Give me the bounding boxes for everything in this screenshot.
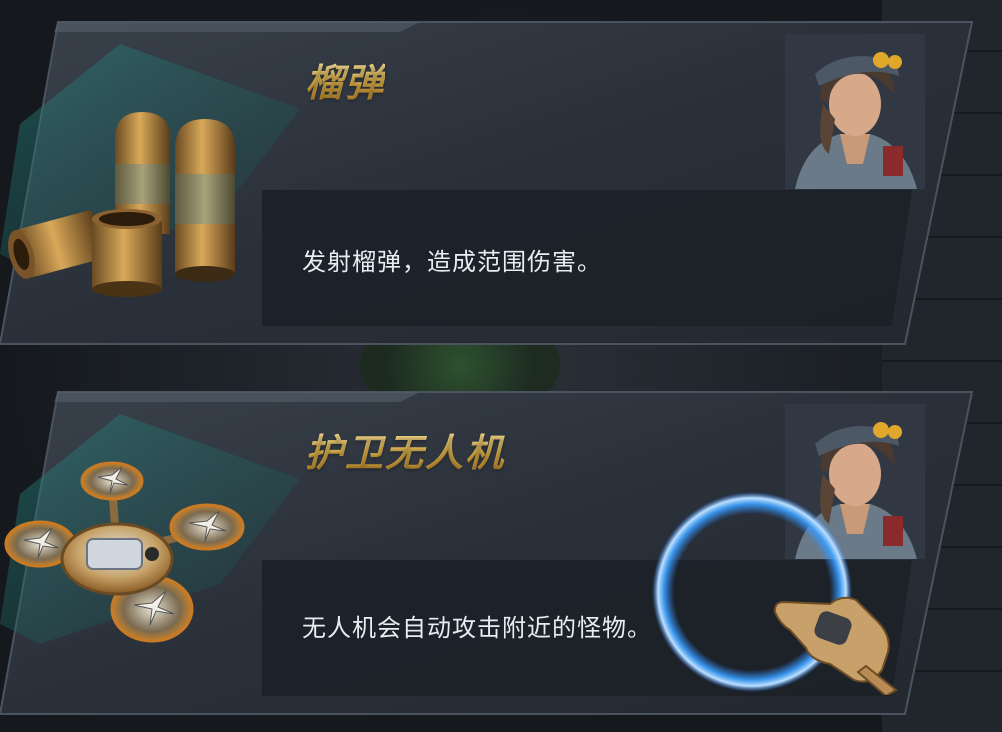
skill-description: 无人机会自动攻击附近的怪物。 <box>302 614 652 642</box>
grenade-shells-icon <box>8 112 235 297</box>
skill-description: 发射榴弹，造成范围伤害。 <box>302 248 602 276</box>
guard-drone-icon <box>4 461 245 643</box>
skill-card-grenade[interactable]: 榴弹 发射榴弹，造成范围伤害。 <box>0 14 980 354</box>
glove-pointer-icon[interactable] <box>770 590 905 695</box>
skill-title: 榴弹 <box>305 52 385 107</box>
character-portrait <box>785 34 925 189</box>
skill-title: 护卫无人机 <box>305 422 505 477</box>
